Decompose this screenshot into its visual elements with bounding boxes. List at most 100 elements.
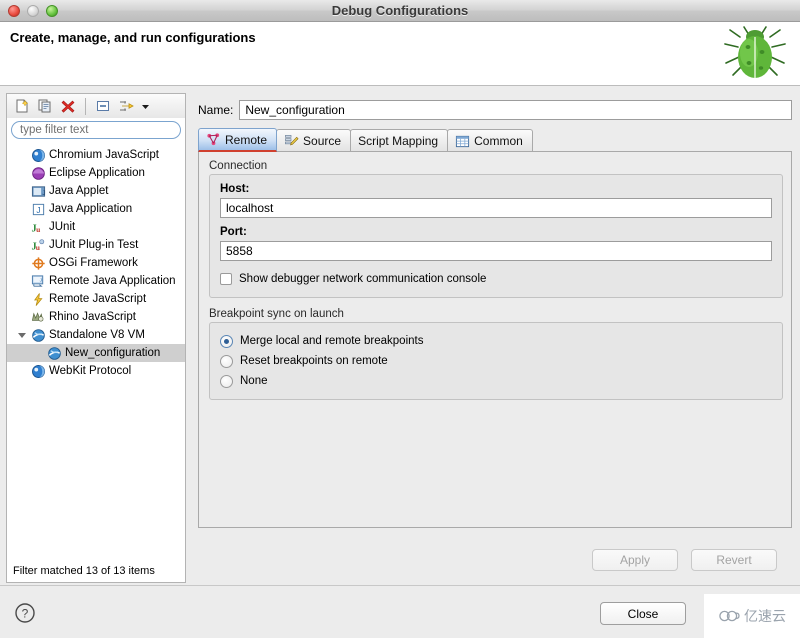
radio-button[interactable] (220, 354, 233, 368)
remote-node-icon (206, 132, 221, 147)
radio-label: Merge local and remote breakpoints (240, 335, 424, 347)
tree-item-label: WebKit Protocol (49, 365, 132, 377)
blue-globe-icon (29, 363, 47, 379)
collapse-all-button[interactable] (93, 96, 113, 116)
tree-item-remote-java-application[interactable]: J Remote Java Application (7, 272, 185, 290)
svg-text:?: ? (22, 607, 29, 621)
tree-item-label: Remote JavaScript (49, 293, 147, 305)
tab-label: Source (303, 134, 342, 148)
radio-row-reset-breakpoints-on-remote[interactable]: Reset breakpoints on remote (220, 351, 772, 371)
svg-text:J: J (39, 277, 41, 282)
tab-common[interactable]: Common (447, 129, 533, 152)
v8-vm-icon (45, 345, 63, 361)
left-toolbar (6, 93, 186, 118)
tree-item-new-configuration[interactable]: New_configuration (7, 344, 185, 362)
tree-item-label: JUnit Plug-in Test (49, 239, 139, 251)
tree-item-osgi-framework[interactable]: OSGi Framework (7, 254, 185, 272)
junit-plugin-icon: Ju (29, 237, 47, 253)
tab-source[interactable]: Source (276, 129, 352, 152)
host-label: Host: (220, 183, 250, 195)
duplicate-launch-configuration-button[interactable] (35, 96, 55, 116)
java-applet-icon: J (29, 183, 47, 199)
breakpoint-sync-group: Breakpoint sync on launch Merge local an… (209, 308, 783, 400)
footer-divider (0, 585, 800, 586)
radio-row-merge-local-and-remote-breakpoints[interactable]: Merge local and remote breakpoints (220, 331, 772, 351)
configuration-tabs: Remote Source Script Mapping Common (198, 128, 792, 152)
tree-item-rhino-javascript[interactable]: Rhino JavaScript (7, 308, 185, 326)
tree-item-label: Standalone V8 VM (49, 329, 145, 341)
tree-item-chromium-javascript[interactable]: Chromium JavaScript (7, 146, 185, 164)
new-launch-configuration-button[interactable] (12, 96, 32, 116)
tree-item-webkit-protocol[interactable]: WebKit Protocol (7, 362, 185, 380)
svg-text:u: u (35, 243, 39, 252)
radio-button[interactable] (220, 334, 233, 348)
tab-script-mapping[interactable]: Script Mapping (350, 129, 449, 152)
expand-arrow-icon[interactable] (15, 332, 29, 338)
osgi-icon (29, 255, 47, 271)
purple-circle-icon (29, 165, 47, 181)
delete-launch-configuration-button[interactable] (58, 96, 78, 116)
cloud-logo-icon (719, 610, 740, 622)
source-pencil-icon (284, 134, 299, 149)
chevron-down-icon[interactable] (139, 96, 151, 116)
tree-item-label: Eclipse Application (49, 167, 145, 179)
question-mark-icon[interactable]: ? (14, 602, 36, 624)
radio-label: None (240, 375, 268, 387)
tree-item-junit-plug-in-test[interactable]: Ju JUnit Plug-in Test (7, 236, 185, 254)
name-input[interactable]: New_configuration (239, 100, 792, 120)
tab-remote[interactable]: Remote (198, 128, 278, 152)
minimize-button[interactable] (27, 5, 39, 17)
port-input[interactable]: 5858 (220, 241, 772, 261)
blue-globe-icon (29, 147, 47, 163)
tree-item-label: JUnit (49, 221, 76, 233)
v8-vm-icon (29, 327, 47, 343)
close-button-footer[interactable]: Close (600, 602, 686, 625)
window-title: Debug Configurations (331, 3, 469, 18)
connection-group-body: Host: localhost Port: 5858 Show debugger… (209, 174, 783, 298)
tree-item-junit[interactable]: Ju JUnit (7, 218, 185, 236)
watermark-text: 亿速云 (744, 608, 786, 624)
close-button[interactable] (8, 5, 20, 17)
tree-item-label: New_configuration (65, 347, 161, 359)
filter-status-text: Filter matched 13 of 13 items (6, 543, 186, 583)
radio-button[interactable] (220, 374, 233, 388)
show-console-checkbox[interactable] (220, 273, 232, 285)
port-label: Port: (220, 226, 247, 238)
svg-text:J: J (42, 189, 45, 196)
tree-item-standalone-v8-vm[interactable]: Standalone V8 VM (7, 326, 185, 344)
svg-text:u: u (36, 225, 40, 234)
zoom-button[interactable] (46, 5, 58, 17)
svg-text:J: J (36, 204, 40, 214)
apply-button[interactable]: Apply (592, 549, 678, 571)
page-title: Create, manage, and run configurations (10, 30, 256, 45)
tree-item-label: Remote Java Application (49, 275, 176, 287)
remote-tab-panel: Connection Host: localhost Port: 5858 Sh… (198, 151, 792, 528)
show-console-checkbox-row[interactable]: Show debugger network communication cons… (220, 269, 772, 289)
radio-row-none[interactable]: None (220, 371, 772, 391)
configuration-name-row: Name: New_configuration (198, 100, 792, 120)
debug-configurations-dialog: Debug Configurations Create, manage, and… (0, 0, 800, 638)
host-input[interactable]: localhost (220, 198, 772, 218)
tree-item-remote-javascript[interactable]: Remote JavaScript (7, 290, 185, 308)
green-bug-icon (724, 26, 786, 78)
java-application-icon: J (29, 201, 47, 217)
tab-label: Script Mapping (358, 134, 439, 148)
tree-item-java-applet[interactable]: J Java Applet (7, 182, 185, 200)
radio-label: Reset breakpoints on remote (240, 355, 388, 367)
tree-item-label: Rhino JavaScript (49, 311, 136, 323)
remote-javascript-icon (29, 291, 47, 307)
tree-item-eclipse-application[interactable]: Eclipse Application (7, 164, 185, 182)
rhino-icon (29, 309, 47, 325)
traffic-lights (8, 5, 58, 17)
tree-item-java-application[interactable]: J Java Application (7, 200, 185, 218)
filter-launch-configurations-button[interactable] (116, 96, 136, 116)
tree-item-label: Chromium JavaScript (49, 149, 159, 161)
name-label: Name: (198, 103, 234, 117)
search-input[interactable]: type filter text (11, 121, 181, 139)
window-titlebar: Debug Configurations (0, 0, 800, 22)
tree-item-label: Java Applet (49, 185, 109, 197)
launch-configuration-tree[interactable]: Chromium JavaScript Eclipse Application J J… (6, 142, 186, 543)
common-table-icon (455, 134, 470, 149)
connection-group: Connection Host: localhost Port: 5858 Sh… (209, 160, 783, 298)
revert-button[interactable]: Revert (691, 549, 777, 571)
